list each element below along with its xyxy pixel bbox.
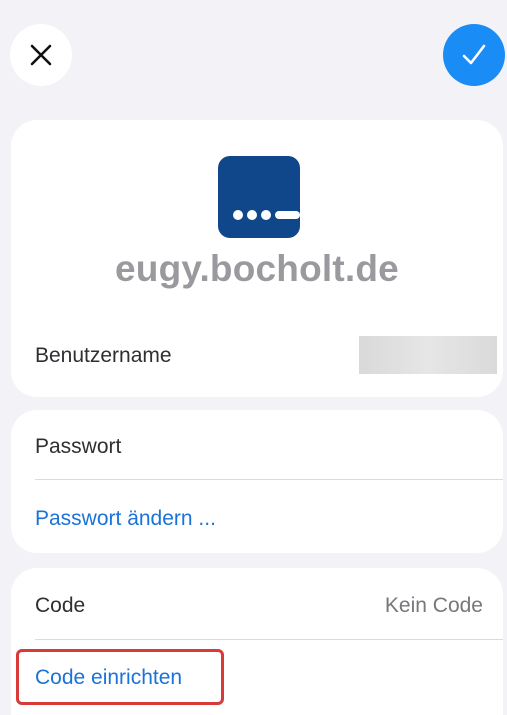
- divider: [35, 479, 503, 480]
- code-label: Code: [35, 594, 86, 617]
- top-bar: [0, 0, 507, 115]
- setup-code-link[interactable]: Code einrichten: [35, 666, 182, 690]
- username-label: Benutzername: [35, 344, 172, 367]
- change-password-link[interactable]: Passwort ändern ...: [35, 507, 216, 531]
- close-icon: [30, 44, 52, 66]
- account-domain: eugy.bocholt.de: [115, 248, 399, 289]
- checkmark-icon: [462, 44, 486, 65]
- done-button[interactable]: [443, 24, 505, 86]
- app-icon: [218, 156, 300, 238]
- dots-icon: [233, 210, 300, 220]
- account-card: eugy.bocholt.de Benutzername: [11, 120, 503, 397]
- password-card: Passwort Passwort ändern ...: [11, 410, 503, 553]
- close-button[interactable]: [10, 24, 72, 86]
- password-label[interactable]: Passwort: [35, 435, 121, 459]
- code-card: Code Kein Code Code einrichten: [11, 568, 503, 715]
- code-value: Kein Code: [384, 594, 483, 617]
- username-value-redacted[interactable]: [359, 336, 497, 374]
- divider: [35, 639, 503, 640]
